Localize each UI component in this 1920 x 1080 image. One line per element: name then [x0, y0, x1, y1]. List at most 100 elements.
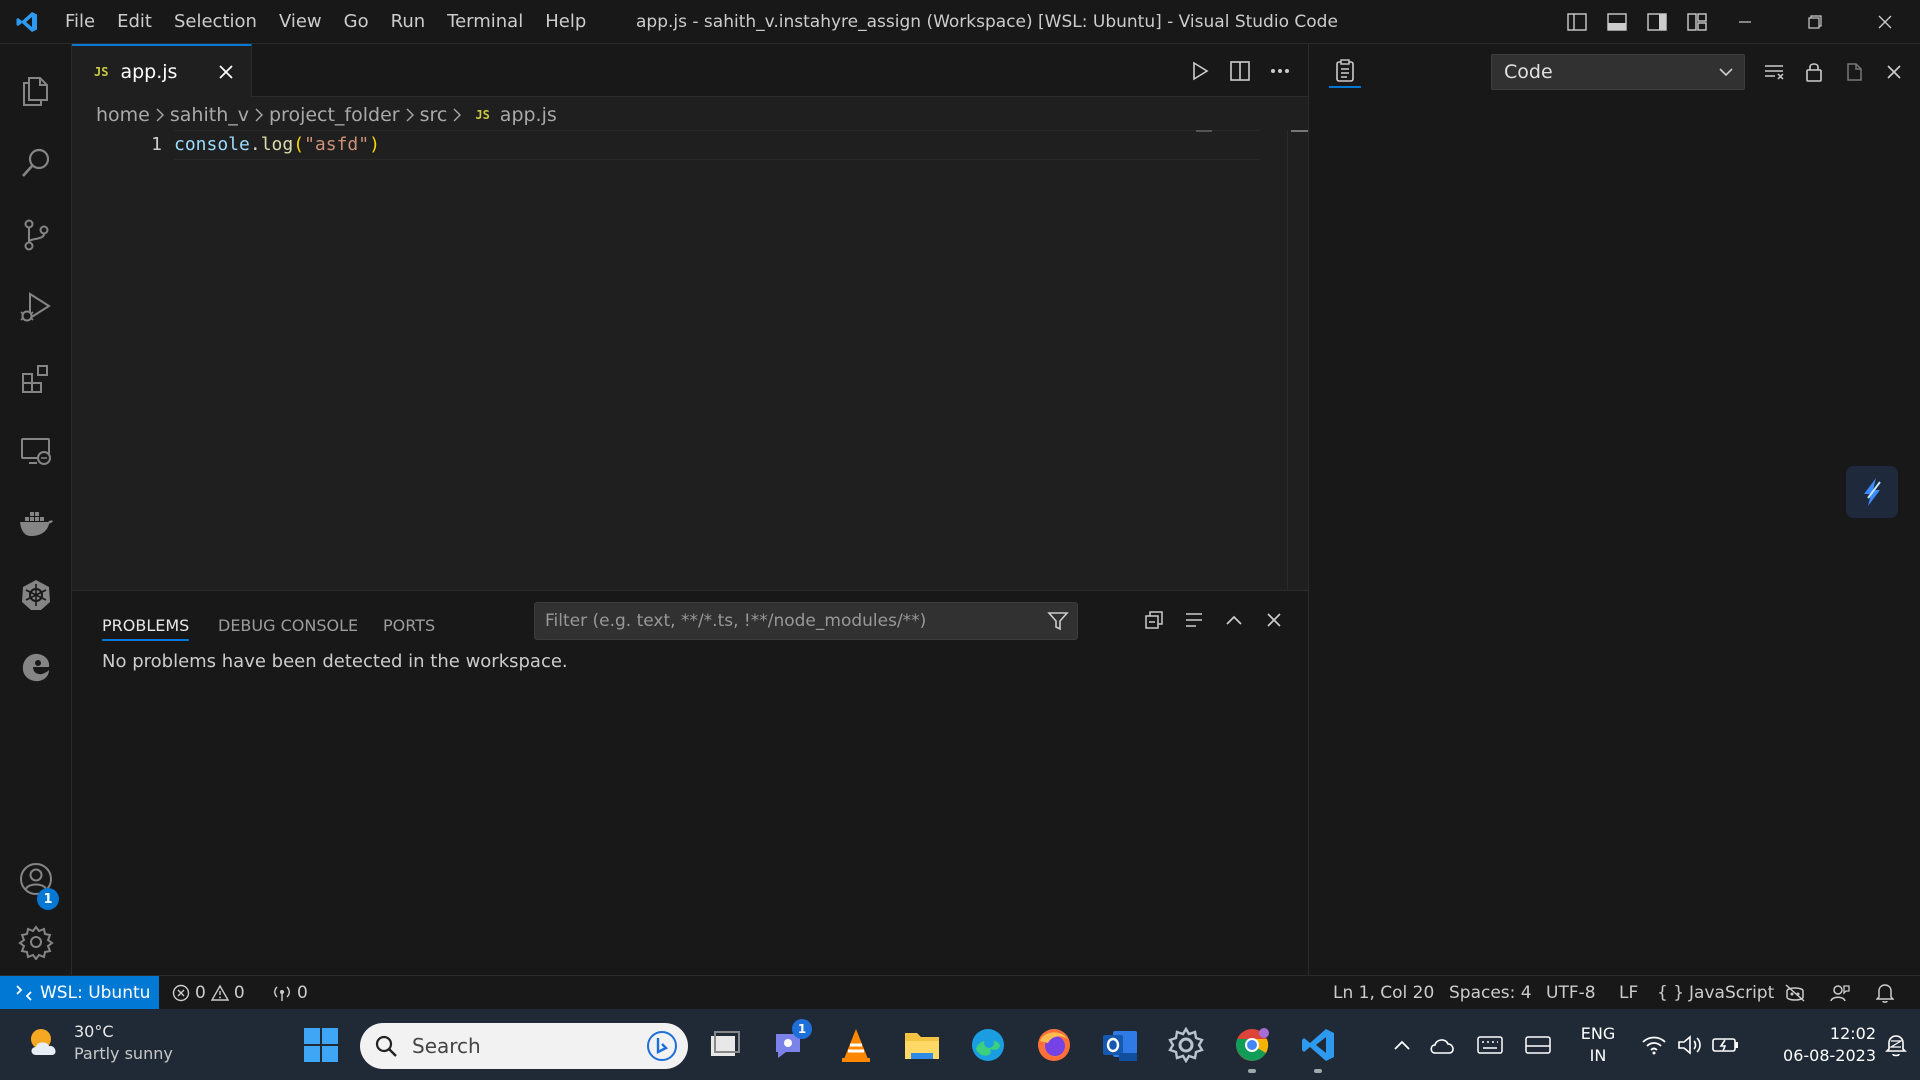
- menu-selection[interactable]: Selection: [163, 7, 268, 37]
- restore-icon[interactable]: [1780, 0, 1850, 44]
- settings-gear-icon[interactable]: [1162, 1021, 1210, 1069]
- maximize-panel-icon[interactable]: [1218, 604, 1250, 636]
- braces-icon: { }: [1657, 983, 1685, 1003]
- onedrive-cloud-icon[interactable]: [1422, 1009, 1462, 1080]
- close-panel-icon[interactable]: [1258, 604, 1290, 636]
- vscode-taskbar-icon[interactable]: [1294, 1021, 1342, 1073]
- breadcrumb-home[interactable]: home: [96, 104, 150, 126]
- region-code: IN: [1589, 1045, 1607, 1065]
- menu-view[interactable]: View: [268, 7, 333, 37]
- teams-chat-icon[interactable]: 1: [766, 1019, 814, 1069]
- search-icon[interactable]: [0, 128, 72, 198]
- more-actions-icon[interactable]: [1264, 56, 1296, 86]
- word-wrap-icon[interactable]: [1178, 604, 1210, 636]
- toggle-primary-sidebar-icon[interactable]: [1562, 8, 1592, 36]
- menu-edit[interactable]: Edit: [106, 7, 163, 37]
- run-debug-icon[interactable]: [0, 272, 72, 342]
- volume-icon[interactable]: [1672, 1009, 1708, 1080]
- breadcrumb-file[interactable]: app.js: [500, 104, 557, 126]
- collapse-all-icon[interactable]: [1138, 604, 1170, 636]
- output-channel-select[interactable]: Code: [1491, 54, 1745, 90]
- menu-go[interactable]: Go: [333, 7, 380, 37]
- edge-devtools-icon[interactable]: [0, 632, 72, 702]
- filter-funnel-icon[interactable]: [1047, 610, 1069, 632]
- menu-file[interactable]: File: [54, 7, 106, 37]
- output-actions: [1757, 55, 1911, 89]
- close-secondary-sidebar-icon[interactable]: [1877, 55, 1911, 89]
- kubernetes-icon[interactable]: [0, 560, 72, 630]
- clock[interactable]: 12:02 06-08-2023: [1752, 1009, 1876, 1080]
- windows-start-icon[interactable]: [297, 1021, 345, 1069]
- toggle-secondary-sidebar-icon[interactable]: [1642, 8, 1672, 36]
- tab-debug-console[interactable]: DEBUG CONSOLE: [218, 611, 358, 641]
- explorer-icon[interactable]: [0, 56, 72, 126]
- battery-charging-icon[interactable]: [1708, 1009, 1744, 1080]
- remote-explorer-icon[interactable]: [0, 416, 72, 486]
- end-of-line[interactable]: LF: [1619, 976, 1638, 1010]
- chrome-icon[interactable]: [1228, 1021, 1276, 1073]
- accounts-icon[interactable]: 1: [0, 844, 72, 914]
- tab-app-js[interactable]: JS app.js: [72, 44, 252, 97]
- copilot-disabled-icon[interactable]: [1784, 976, 1806, 1010]
- bing-icon[interactable]: [646, 1030, 678, 1062]
- output-view-icon[interactable]: [1329, 56, 1361, 88]
- code-line[interactable]: console.log("asfd"): [174, 130, 1260, 160]
- feedback-icon[interactable]: [1830, 976, 1850, 1010]
- ports-status[interactable]: 0: [272, 976, 308, 1010]
- remote-indicator[interactable]: WSL: Ubuntu: [0, 976, 159, 1010]
- split-editor-icon[interactable]: [1224, 56, 1256, 86]
- cursor-position[interactable]: Ln 1, Col 20: [1333, 976, 1434, 1010]
- menu-terminal[interactable]: Terminal: [436, 7, 534, 37]
- task-view-icon[interactable]: [700, 1021, 748, 1069]
- code-editor[interactable]: 1 console.log("asfd"): [72, 130, 1309, 590]
- input-language[interactable]: ENG IN: [1570, 1009, 1626, 1080]
- open-in-editor-icon[interactable]: [1837, 55, 1871, 89]
- clear-output-icon[interactable]: [1757, 55, 1791, 89]
- run-file-icon[interactable]: [1184, 56, 1216, 86]
- extensions-icon[interactable]: [0, 344, 72, 414]
- menu-run[interactable]: Run: [380, 7, 437, 37]
- vscode-logo-icon[interactable]: [0, 0, 54, 44]
- problems-filter-input[interactable]: [535, 603, 1035, 639]
- toggle-panel-icon[interactable]: [1602, 8, 1632, 36]
- show-hidden-icons-chevron-icon[interactable]: [1382, 1009, 1422, 1080]
- manage-gear-icon[interactable]: [0, 907, 72, 977]
- notification-center-icon[interactable]: [1876, 1009, 1916, 1080]
- editor-scrollbar[interactable]: [1287, 130, 1309, 590]
- encoding[interactable]: UTF-8: [1546, 976, 1596, 1010]
- close-tab-icon[interactable]: [213, 59, 239, 85]
- vlc-icon[interactable]: [832, 1021, 880, 1069]
- outlook-icon[interactable]: [1096, 1021, 1144, 1069]
- close-window-icon[interactable]: [1850, 0, 1920, 44]
- taskbar-search[interactable]: Search: [360, 1023, 688, 1069]
- broadcast-icon: [274, 986, 290, 1001]
- breadcrumb-src[interactable]: src: [420, 104, 448, 126]
- indentation[interactable]: Spaces: 4: [1449, 976, 1532, 1010]
- minimap[interactable]: [1196, 130, 1212, 132]
- tab-ports[interactable]: PORTS: [383, 611, 435, 641]
- firefox-icon[interactable]: [1030, 1021, 1078, 1069]
- remote-label: WSL: Ubuntu: [40, 983, 151, 1003]
- notifications-bell-icon[interactable]: [1876, 976, 1894, 1010]
- wifi-icon[interactable]: [1636, 1009, 1672, 1080]
- tablet-mode-icon[interactable]: [1518, 1009, 1558, 1080]
- file-explorer-icon[interactable]: [898, 1021, 946, 1069]
- customize-layout-icon[interactable]: [1682, 8, 1712, 36]
- tab-problems[interactable]: PROBLEMS: [102, 611, 190, 641]
- source-control-icon[interactable]: [0, 200, 72, 270]
- status-bar: WSL: Ubuntu 0 0 0 Ln 1, Col 20 Spaces: 4…: [0, 975, 1920, 1010]
- breadcrumb-project-folder[interactable]: project_folder: [269, 104, 400, 126]
- warning-count: 0: [233, 983, 245, 1003]
- lock-icon[interactable]: [1797, 55, 1831, 89]
- menu-help[interactable]: Help: [534, 7, 597, 37]
- docker-icon[interactable]: [0, 488, 72, 558]
- scrollbar-thumb[interactable]: [1291, 130, 1309, 132]
- floating-extension-icon[interactable]: [1846, 466, 1898, 518]
- edge-browser-icon[interactable]: [964, 1021, 1012, 1069]
- weather-widget[interactable]: 30°C Partly sunny: [26, 1021, 173, 1065]
- problems-status[interactable]: 0 0: [172, 976, 245, 1010]
- keyboard-icon[interactable]: [1470, 1009, 1510, 1080]
- language-mode[interactable]: { } JavaScript: [1657, 976, 1774, 1010]
- breadcrumb-sahith-v[interactable]: sahith_v: [170, 104, 249, 126]
- minimize-icon[interactable]: [1710, 0, 1780, 44]
